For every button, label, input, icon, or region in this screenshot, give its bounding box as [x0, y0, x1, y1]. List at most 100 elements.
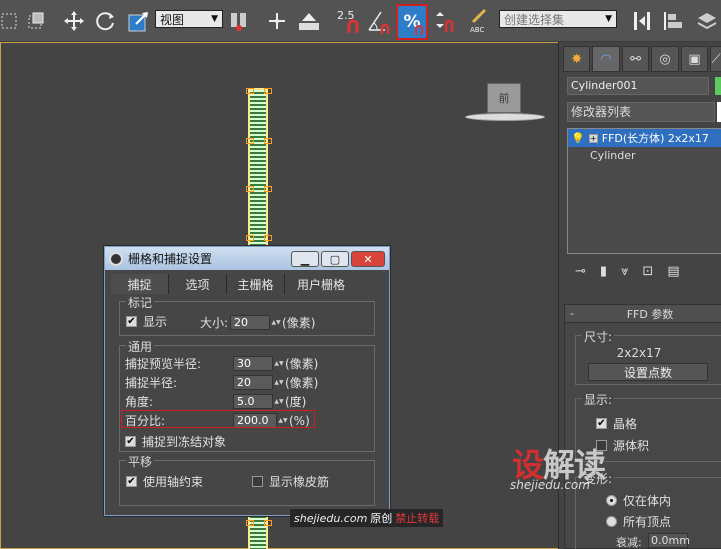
show-end-result-icon[interactable]: ▮: [600, 264, 607, 279]
reference-coord-dropdown[interactable]: 视图 ▼: [155, 10, 223, 28]
move-icon[interactable]: [62, 6, 86, 36]
spinner-arrows-icon[interactable]: ▲▼: [274, 375, 283, 390]
copyright-url: shejiedu.com: [294, 511, 368, 525]
tab-options[interactable]: 选项: [169, 274, 227, 294]
angle-snap-icon[interactable]: [366, 6, 394, 36]
marker-size-label: 大小:: [200, 316, 229, 330]
create-tab-icon[interactable]: ✸: [563, 46, 591, 72]
modifier-list-dropdown[interactable]: 修改器列表: [567, 102, 715, 122]
ffd-control-point[interactable]: [264, 88, 272, 94]
collapse-icon[interactable]: -: [565, 307, 579, 320]
ffd-control-point[interactable]: [264, 235, 272, 241]
hierarchy-tab-icon[interactable]: ⚯: [621, 46, 650, 72]
tab-home-grid[interactable]: 主栅格: [227, 274, 285, 294]
axis-constraints-checkbox[interactable]: ✔ 使用轴约束: [126, 473, 203, 490]
snap-radius-row: 捕捉半径: 20 ▲▼ (像素): [125, 374, 318, 391]
set-points-button[interactable]: 设置点数: [588, 363, 708, 381]
make-unique-icon[interactable]: ⩔: [621, 264, 628, 279]
named-selection-dropdown[interactable]: 创建选择集 ▼: [499, 10, 617, 28]
marker-size-input[interactable]: 20: [230, 315, 271, 330]
axis-constraints-label: 使用轴约束: [143, 475, 204, 489]
marker-group-title: 标记: [126, 294, 155, 311]
command-panel-tabs: ✸ ◠ ⚯ ◎ ▣ ⟋: [563, 46, 721, 72]
angle-input[interactable]: 5.0: [233, 394, 273, 409]
percent-highlight-box: [121, 410, 315, 428]
ffd-control-point[interactable]: [246, 235, 254, 241]
dimensions-group: 尺寸: 2x2x17 设置点数: [575, 328, 721, 385]
mirror-icon[interactable]: [630, 6, 654, 36]
layers-icon[interactable]: [694, 6, 720, 36]
ffd-control-point[interactable]: [264, 138, 272, 144]
check-icon: ✔: [126, 476, 137, 487]
modifier-stack: 💡 + FFD(长方体) 2x2x17 Cylinder: [567, 128, 721, 254]
reference-coord-value: 视图: [160, 12, 185, 27]
spinner-arrows-icon[interactable]: ▲▼: [271, 315, 280, 330]
remove-modifier-icon[interactable]: ⊡: [642, 264, 653, 279]
marker-display-checkbox[interactable]: ✔ 显示: [126, 313, 167, 330]
align-icon[interactable]: [660, 6, 686, 36]
percent-snap-icon[interactable]: %: [396, 4, 428, 40]
expand-icon[interactable]: +: [588, 133, 598, 143]
snap-frozen-checkbox[interactable]: ✔ 捕捉到冻结对象: [125, 433, 226, 450]
spinner-snap-icon[interactable]: [430, 6, 458, 36]
tab-user-grids[interactable]: 用户栅格: [285, 274, 357, 294]
viewcube[interactable]: 前: [487, 83, 521, 113]
pivot-center-icon[interactable]: [226, 6, 252, 36]
rotate-icon[interactable]: [94, 6, 118, 36]
ffd-control-point[interactable]: [264, 520, 272, 526]
snap-frozen-label: 捕捉到冻结对象: [142, 435, 227, 449]
copyright-bar: shejiedu.com 原创 禁止转载: [290, 509, 444, 527]
display-tab-icon[interactable]: ▣: [680, 46, 709, 72]
minimize-icon[interactable]: ▁: [291, 251, 319, 267]
lightbulb-icon[interactable]: 💡: [571, 132, 585, 145]
window-crossing-icon[interactable]: [24, 6, 48, 36]
tab-snaps[interactable]: 捕捉: [111, 274, 169, 294]
edit-named-selection-icon[interactable]: ABC: [468, 6, 492, 36]
snaps-toggle-icon[interactable]: 2.5: [334, 6, 364, 36]
snap-radius-input[interactable]: 20: [233, 375, 273, 390]
configure-sets-icon[interactable]: ▤: [667, 264, 679, 279]
viewcube-compass[interactable]: [465, 113, 545, 121]
spinner-arrows-icon[interactable]: ▲▼: [274, 394, 283, 409]
falloff-label: 衰减:: [616, 536, 642, 549]
select-region-icon[interactable]: [0, 6, 18, 36]
chevron-down-icon: ▼: [211, 14, 218, 24]
spinner-arrows-icon[interactable]: ▲▼: [274, 356, 283, 371]
ffd-control-point[interactable]: [246, 138, 254, 144]
check-icon: ✔: [596, 418, 607, 429]
ffd-control-point[interactable]: [264, 186, 272, 192]
angle-row: 角度: 5.0 ▲▼ (度): [125, 393, 306, 410]
modify-tab-icon[interactable]: ◠: [592, 46, 620, 72]
marker-size-unit: (像素): [282, 316, 316, 330]
ffd-control-point[interactable]: [246, 88, 254, 94]
modifier-list-arrow[interactable]: [717, 102, 721, 122]
utilities-tab-icon[interactable]: ⟋: [710, 46, 721, 72]
select-manipulate-icon[interactable]: [264, 6, 290, 36]
all-vertices-radio[interactable]: 所有顶点: [606, 513, 671, 530]
ffd-control-point[interactable]: [246, 186, 254, 192]
stack-item-ffd[interactable]: 💡 + FFD(长方体) 2x2x17: [568, 129, 721, 147]
dimensions-value: 2x2x17: [616, 346, 662, 360]
pin-stack-icon[interactable]: ⊸: [575, 264, 586, 279]
stack-item-cylinder[interactable]: Cylinder: [568, 147, 721, 165]
falloff-input[interactable]: 0.0mm: [648, 533, 690, 548]
motion-tab-icon[interactable]: ◎: [651, 46, 679, 72]
preview-radius-input[interactable]: 30: [233, 356, 273, 371]
close-icon[interactable]: ✕: [351, 251, 385, 267]
source-volume-label: 源体积: [613, 439, 650, 453]
named-selection-value: 创建选择集: [504, 12, 565, 27]
check-icon: ✔: [125, 436, 136, 447]
maximize-icon[interactable]: ▢: [321, 251, 349, 267]
lattice-checkbox[interactable]: ✔ 晶格: [596, 415, 637, 432]
dialog-title: 栅格和捕捉设置: [128, 252, 213, 266]
rubber-band-label: 显示橡皮筋: [269, 475, 330, 489]
inside-only-radio[interactable]: 仅在体内: [606, 492, 671, 509]
rollout-header[interactable]: - FFD 参数: [565, 305, 721, 323]
ffd-control-point[interactable]: [246, 520, 254, 526]
scale-icon[interactable]: [126, 6, 152, 36]
object-name-field[interactable]: Cylinder001: [567, 77, 709, 95]
object-color-swatch[interactable]: [715, 77, 721, 95]
keyboard-shortcut-icon[interactable]: [296, 6, 322, 36]
chevron-down-icon: ▼: [605, 14, 612, 24]
rubber-band-checkbox[interactable]: 显示橡皮筋: [252, 473, 329, 490]
